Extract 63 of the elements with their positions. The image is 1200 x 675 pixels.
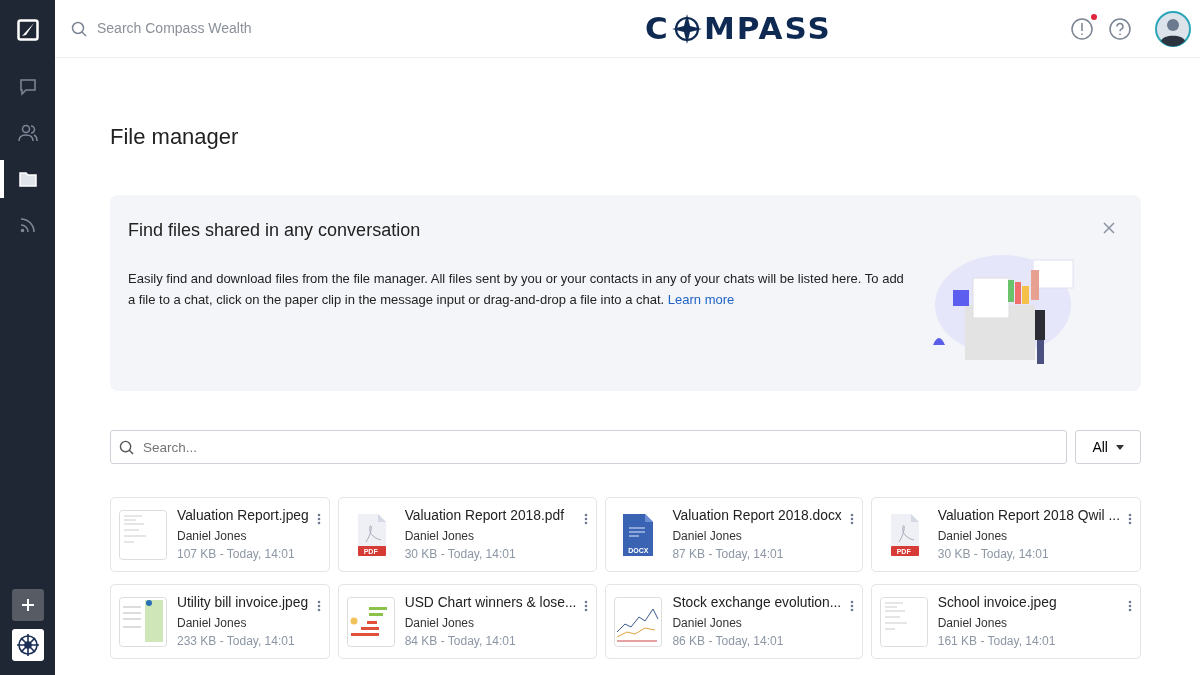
- file-meta: 87 KB - Today, 14:01: [672, 545, 785, 563]
- file-card[interactable]: USD Chart winners & lose... Daniel Jones 84 KB - Today, 14:01: [337, 584, 598, 659]
- file-owner: Daniel Jones: [672, 614, 743, 632]
- compass-rose-icon: [671, 13, 702, 44]
- plus-icon: [20, 598, 35, 612]
- more-icon: [1128, 599, 1132, 612]
- file-owner: Daniel Jones: [672, 527, 743, 545]
- file-meta: 161 KB - Today, 14:01: [937, 632, 1057, 650]
- banner-title: Find files shared in any conversation: [128, 219, 422, 242]
- file-name: Stock exchange evolution...: [672, 594, 842, 613]
- help-icon: [1109, 18, 1131, 41]
- close-icon: [1103, 221, 1115, 234]
- file-search-field[interactable]: Search...: [110, 430, 1068, 464]
- file-meta: 86 KB - Today, 14:01: [672, 632, 785, 650]
- page-title: File manager: [110, 123, 240, 151]
- logo-text: MPASS: [703, 9, 832, 49]
- more-icon: [849, 599, 854, 612]
- file-name: Valuation Report 2018 Qwil ...: [937, 507, 1120, 526]
- file-name: Valuation Report.jpeg: [177, 507, 309, 526]
- file-owner: Daniel Jones: [937, 527, 1009, 545]
- file-meta: 233 KB - Today, 14:01: [177, 632, 296, 650]
- file-card[interactable]: Utility bill invoice.jpeg Daniel Jones 233 KB - Today, 14:01: [110, 584, 330, 659]
- more-icon: [584, 599, 589, 612]
- global-search-field[interactable]: Search Compass Wealth: [95, 17, 335, 40]
- app-logo-icon: [16, 19, 39, 41]
- more-icon: [316, 512, 321, 525]
- file-meta: 107 KB - Today, 14:01: [177, 545, 296, 563]
- filter-dropdown[interactable]: All: [1075, 430, 1141, 464]
- file-meta: 84 KB - Today, 14:01: [404, 632, 517, 650]
- caret-icon: [1116, 444, 1124, 450]
- more-icon: [849, 512, 854, 525]
- contacts-icon: [17, 124, 38, 142]
- file-name: USD Chart winners & lose...: [404, 594, 577, 613]
- file-name: Valuation Report 2018.pdf: [404, 507, 565, 526]
- file-meta: 30 KB - Today, 14:01: [937, 545, 1050, 563]
- file-card[interactable]: School invoice.jpeg Daniel Jones 161 KB - Today, 14:01: [870, 584, 1141, 659]
- file-card[interactable]: Valuation Report.jpeg Daniel Jones 107 KB - Today, 14:01: [110, 497, 330, 572]
- more-icon: [316, 599, 321, 612]
- file-owner: Daniel Jones: [177, 527, 248, 545]
- file-owner: Daniel Jones: [404, 614, 476, 632]
- add-button[interactable]: [11, 589, 44, 621]
- search-icon: [71, 20, 87, 37]
- chat-icon: [18, 78, 37, 96]
- file-owner: Daniel Jones: [177, 614, 248, 632]
- learn-more-link[interactable]: Learn more: [667, 292, 735, 307]
- more-icon: [584, 512, 589, 525]
- folder-icon: [18, 171, 37, 187]
- workspace-button[interactable]: [11, 629, 44, 661]
- help-button[interactable]: [1109, 16, 1131, 41]
- compass-icon: [16, 634, 39, 656]
- logo-text: C: [645, 9, 670, 49]
- file-name: Valuation Report 2018.docx: [672, 507, 842, 526]
- avatar[interactable]: [1155, 10, 1191, 47]
- more-icon: [1128, 512, 1132, 525]
- file-name: Utility bill invoice.jpeg: [177, 594, 309, 613]
- file-meta: 30 KB - Today, 14:01: [404, 545, 517, 563]
- feed-icon: [19, 217, 36, 233]
- banner-text: Easily find and download files from the file manager. All files sent by you or your contacts in any of your chats will be listed here. To add a file to a chat, click on the paper clip in the message input or drag-and-drop a file into a chat. Learn more: [128, 270, 905, 309]
- file-owner: Daniel Jones: [937, 614, 1009, 632]
- file-name: School invoice.jpeg: [937, 594, 1058, 613]
- file-card[interactable]: Stock exchange evolution... Daniel Jones 86 KB - Today, 14:01: [605, 584, 863, 659]
- alert-icon: [1071, 18, 1093, 41]
- file-owner: Daniel Jones: [404, 527, 476, 545]
